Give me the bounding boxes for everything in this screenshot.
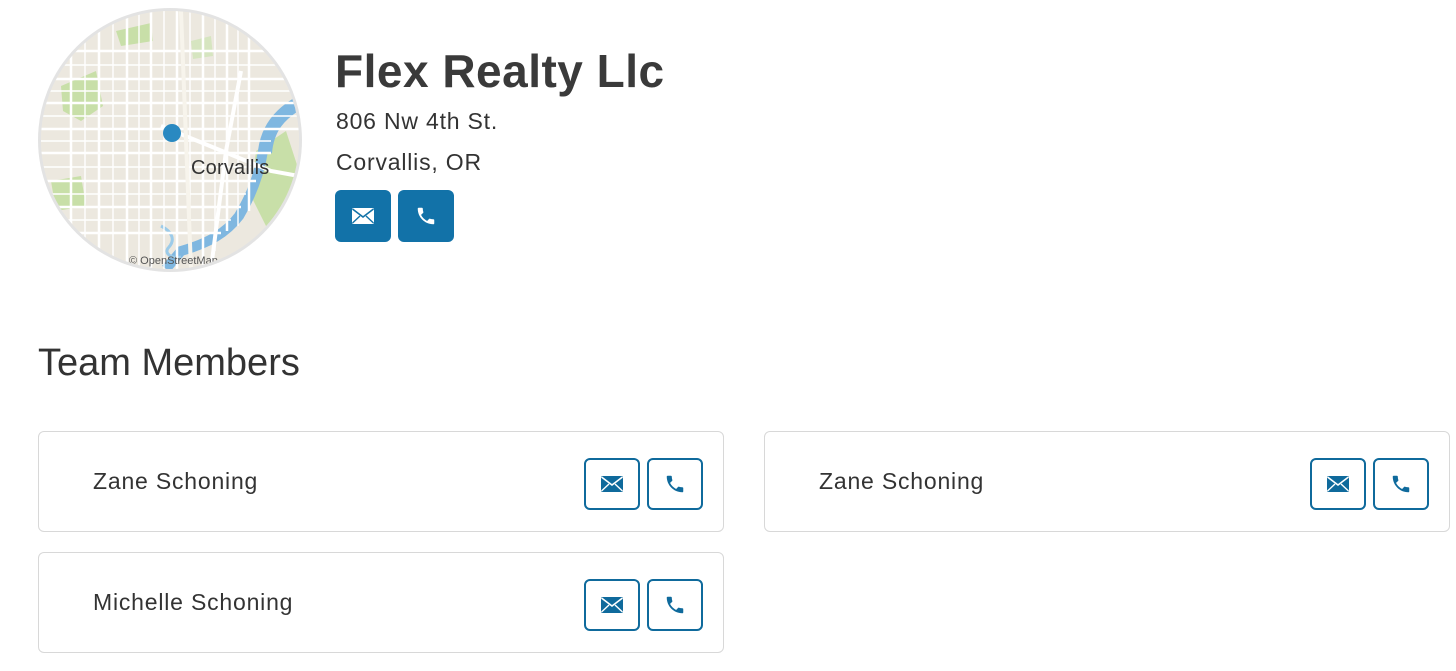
phone-icon [666, 596, 684, 614]
location-map[interactable]: Corvallis © OpenStreetMap [38, 8, 302, 272]
team-member-card: Zane Schoning [764, 431, 1450, 532]
member-email-button[interactable] [584, 579, 640, 631]
team-member-actions [584, 579, 703, 631]
member-phone-button[interactable] [1373, 458, 1429, 510]
team-member-actions [584, 458, 703, 510]
member-email-button[interactable] [584, 458, 640, 510]
envelope-icon [601, 476, 623, 492]
address-line-2: Corvallis, OR [336, 149, 482, 175]
team-member-card: Zane Schoning [38, 431, 724, 532]
team-member-name: Zane Schoning [93, 468, 259, 494]
team-member-name: Michelle Schoning [93, 589, 294, 615]
agency-phone-button[interactable] [398, 190, 454, 242]
agency-contact-actions [335, 190, 454, 242]
envelope-icon [601, 597, 623, 613]
team-members-heading: Team Members [38, 342, 300, 384]
agency-email-button[interactable] [335, 190, 391, 242]
map-attribution[interactable]: © OpenStreetMap [129, 255, 218, 267]
phone-icon [1392, 475, 1410, 493]
team-member-card: Michelle Schoning [38, 552, 724, 653]
team-member-name: Zane Schoning [819, 468, 985, 494]
envelope-icon [352, 208, 374, 224]
member-phone-button[interactable] [647, 579, 703, 631]
map-city-label: Corvallis [191, 157, 270, 179]
phone-icon [417, 207, 435, 225]
team-member-actions [1310, 458, 1429, 510]
phone-icon [666, 475, 684, 493]
address-line-1: 806 Nw 4th St. [336, 108, 499, 134]
agency-name: Flex Realty Llc [335, 45, 665, 97]
map-tiles [41, 11, 299, 269]
member-email-button[interactable] [1310, 458, 1366, 510]
member-phone-button[interactable] [647, 458, 703, 510]
envelope-icon [1327, 476, 1349, 492]
